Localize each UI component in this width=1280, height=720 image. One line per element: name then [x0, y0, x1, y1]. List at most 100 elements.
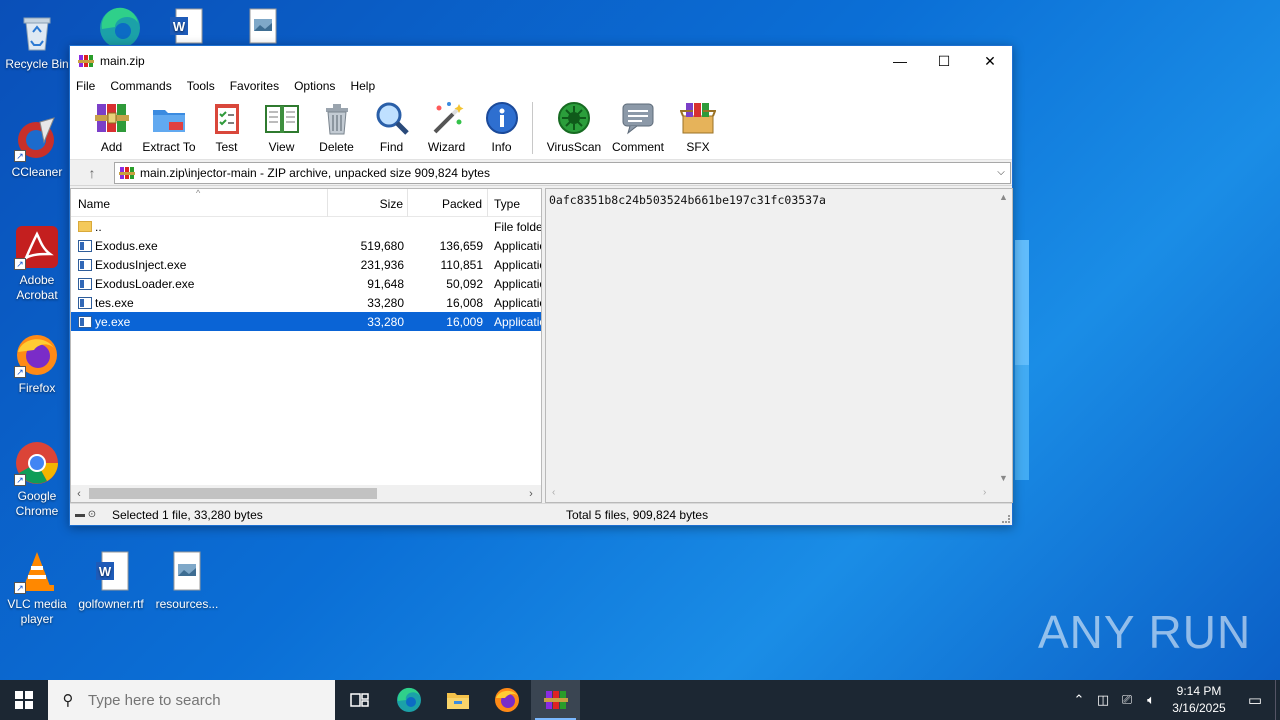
wizard-label: Wizard [427, 140, 466, 154]
menu-tools[interactable]: Tools [187, 79, 215, 93]
path-field[interactable]: main.zip\injector-main - ZIP archive, un… [114, 161, 1011, 184]
search-input[interactable] [88, 691, 318, 709]
taskbar-file-explorer[interactable] [433, 680, 482, 720]
notification-icon[interactable]: ▭ [1235, 691, 1275, 709]
column-type[interactable]: Type [488, 189, 541, 217]
up-arrow-icon[interactable]: ↑ [70, 165, 114, 181]
scroll-left-icon[interactable]: ‹ [552, 487, 555, 498]
horizontal-scrollbar[interactable]: ‹ › [71, 485, 541, 502]
scroll-left-icon[interactable]: ‹ [71, 488, 87, 500]
maximize-button[interactable]: ☐ [921, 46, 967, 76]
find-label: Find [379, 140, 404, 154]
table-row[interactable]: tes.exe 33,280 16,008 Application [71, 293, 541, 312]
winrar-app-icon [78, 53, 94, 69]
taskbar-winrar[interactable] [531, 680, 580, 720]
comment-button[interactable]: Comment [607, 100, 669, 154]
file-packed: 16,009 [446, 314, 483, 329]
desktop-icon-firefox[interactable]: ↗ Firefox [2, 332, 72, 396]
table-row[interactable]: .. File folder [71, 217, 541, 236]
table-row[interactable]: ExodusLoader.exe 91,648 50,092 Applicati… [71, 274, 541, 293]
desktop-icon-recycle-bin[interactable]: Recycle Bin [2, 8, 72, 72]
desktop-icon-label: Google Chrome [15, 489, 59, 518]
file-list-header: ^ Name Size Packed Type [71, 188, 541, 217]
chevron-down-icon[interactable]: ⌵ [992, 167, 1010, 178]
table-row-selected[interactable]: ye.exe 33,280 16,009 Application [71, 312, 541, 331]
minimize-button[interactable]: — [877, 46, 923, 76]
resize-grip[interactable] [1002, 515, 1010, 523]
scroll-right-icon[interactable]: › [983, 487, 986, 498]
scroll-up-icon[interactable]: ▲ [995, 189, 1012, 205]
start-button[interactable] [0, 680, 48, 720]
desktop-icon-vlc[interactable]: ↗ VLC media player [2, 548, 72, 627]
virusscan-button[interactable]: VirusScan [541, 100, 607, 154]
desktop-icon-golfowner-rtf[interactable]: W golfowner.rtf [76, 548, 146, 612]
file-name: ye.exe [95, 314, 131, 329]
file-list[interactable]: ^ Name Size Packed Type .. File folder E… [70, 188, 542, 503]
scroll-right-icon[interactable]: › [523, 488, 539, 500]
desktop-icon-google-chrome[interactable]: ↗ Google Chrome [2, 440, 72, 519]
desktop-icon-ccleaner[interactable]: ↗ CCleaner [2, 116, 72, 180]
chevron-up-icon[interactable]: ⌃ [1067, 692, 1091, 708]
menu-help[interactable]: Help [350, 79, 375, 93]
meet-now-icon[interactable]: ◫ [1091, 692, 1115, 708]
file-name: ExodusLoader.exe [95, 276, 195, 291]
desktop-icon-resources[interactable]: resources... [152, 548, 222, 612]
svg-text:W: W [173, 19, 186, 34]
vertical-scrollbar[interactable]: ▲ ▼ [995, 189, 1012, 486]
view-button[interactable]: View [254, 100, 309, 154]
vlc-cone-icon: ↗ [14, 548, 60, 594]
column-packed[interactable]: Packed [408, 188, 488, 217]
file-size: 91,648 [367, 276, 404, 291]
delete-button[interactable]: Delete [309, 100, 364, 154]
word-document-icon: W [88, 548, 134, 594]
clock[interactable]: 9:14 PM 3/16/2025 [1163, 683, 1235, 717]
comment-pane[interactable]: 0afc8351b8c24b503524b661be197c31fc03537a… [545, 188, 1013, 503]
menu-favorites[interactable]: Favorites [230, 79, 279, 93]
close-button[interactable]: ✕ [967, 46, 1013, 76]
file-size: 33,280 [367, 314, 404, 329]
test-clipboard-icon [209, 100, 245, 136]
exe-file-icon [78, 258, 92, 271]
test-button[interactable]: Test [199, 100, 254, 154]
add-archive-icon [94, 100, 130, 136]
show-desktop-button[interactable] [1275, 680, 1280, 720]
desktop-icon-label: golfowner.rtf [78, 597, 144, 611]
window-titlebar[interactable]: main.zip — ☐ ✕ [70, 46, 1012, 76]
anyrun-watermark: ANY RUN [1038, 606, 1252, 658]
scroll-down-icon[interactable]: ▼ [995, 470, 1012, 486]
extract-to-button[interactable]: Extract To [139, 100, 199, 154]
taskbar-edge[interactable] [384, 680, 433, 720]
taskbar-search[interactable]: ⚲ [48, 680, 335, 720]
file-size: 33,280 [367, 295, 404, 310]
file-name: ExodusInject.exe [95, 257, 187, 272]
find-button[interactable]: Find [364, 100, 419, 154]
taskbar-firefox[interactable] [482, 680, 531, 720]
table-row[interactable]: Exodus.exe 519,680 136,659 Application [71, 236, 541, 255]
virus-scan-icon [556, 100, 592, 136]
exe-file-icon [78, 239, 92, 252]
drive-icon[interactable]: ▬ ⊙ [70, 509, 112, 520]
ccleaner-icon: ↗ [14, 116, 60, 162]
scroll-thumb[interactable] [89, 488, 377, 499]
wizard-button[interactable]: Wizard [419, 100, 474, 154]
file-size: 231,936 [360, 257, 404, 272]
menu-commands[interactable]: Commands [110, 79, 171, 93]
desktop-icon-adobe-acrobat[interactable]: ↗ Adobe Acrobat [2, 224, 72, 303]
file-name: Exodus.exe [95, 238, 158, 253]
info-button[interactable]: Info [474, 100, 529, 154]
firefox-icon: ↗ [14, 332, 60, 378]
recycle-bin-icon [14, 8, 60, 54]
winrar-window[interactable]: main.zip — ☐ ✕ File Commands Tools Favor… [69, 45, 1013, 526]
menu-options[interactable]: Options [294, 79, 335, 93]
add-button[interactable]: Add [84, 100, 139, 154]
task-view-button[interactable] [335, 680, 384, 720]
taskbar: ⚲ ⌃ ◫ ⎚ 🔈︎ 9:14 PM 3/16/2025 ▭ [0, 680, 1280, 720]
horizontal-scrollbar[interactable]: ‹ › [546, 485, 1012, 502]
table-row[interactable]: ExodusInject.exe 231,936 110,851 Applica… [71, 255, 541, 274]
menu-file[interactable]: File [76, 79, 95, 93]
column-size[interactable]: Size [328, 188, 408, 217]
volume-icon[interactable]: 🔈︎ [1139, 692, 1163, 708]
network-icon[interactable]: ⎚ [1115, 692, 1139, 708]
sfx-button[interactable]: SFX [669, 100, 727, 154]
exe-file-icon [78, 315, 92, 328]
